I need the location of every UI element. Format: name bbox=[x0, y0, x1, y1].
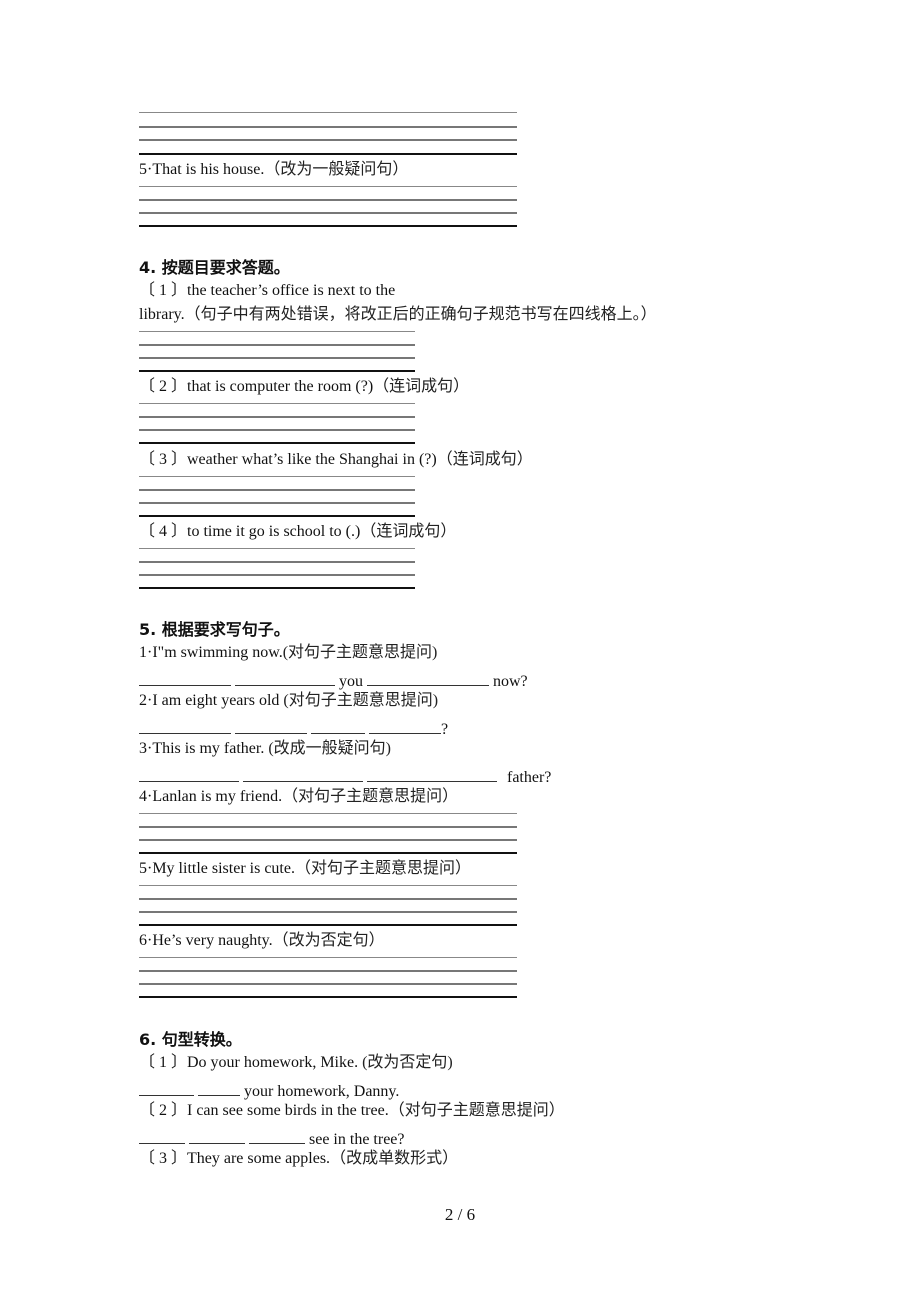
question-top-5: 5·That is his house.（改为一般疑问句） bbox=[139, 160, 408, 180]
question-text: 3·This is my father. bbox=[139, 740, 265, 757]
page-number: 2 / 6 bbox=[444, 1205, 476, 1224]
section-5-item-1-answer: you now? bbox=[139, 669, 528, 692]
section-6-title: 6. 句型转换。 bbox=[139, 1030, 242, 1049]
question-text: 〔 3 〕They are some apples. bbox=[139, 1150, 331, 1167]
question-instruction: （句子中有两处错误，将改正后的正确句子规范书写在四线格上。） bbox=[184, 306, 657, 323]
section-6-item-2: 〔 2 〕I can see some birds in the tree.（对… bbox=[139, 1101, 565, 1121]
question-instruction: （改为一般疑问句） bbox=[264, 161, 409, 178]
question-instruction: （对句子主题意思提问） bbox=[388, 1102, 565, 1119]
question-instruction: （改为否定句） bbox=[272, 932, 385, 949]
answer-word: you bbox=[339, 673, 363, 690]
question-text: library. bbox=[139, 306, 185, 323]
question-instruction: （对句子主题意思提问） bbox=[282, 788, 459, 805]
answer-blank[interactable] bbox=[198, 1079, 240, 1096]
answer-blank[interactable] bbox=[367, 669, 489, 686]
section-5-item-1: 1·I"m swimming now.(对句子主题意思提问) bbox=[139, 643, 437, 663]
question-instruction: (改为否定句) bbox=[358, 1054, 453, 1071]
question-text: 4·Lanlan is my friend. bbox=[139, 788, 283, 805]
answer-blank[interactable] bbox=[367, 765, 497, 782]
answer-blank[interactable] bbox=[139, 1079, 194, 1096]
section-4-title: 4. 按题目要求答题。 bbox=[139, 258, 290, 277]
answer-blank[interactable] bbox=[243, 765, 363, 782]
question-text: 〔 4 〕to time it go is school to (.) bbox=[139, 523, 361, 540]
section-6-item-3: 〔 3 〕They are some apples.（改成单数形式） bbox=[139, 1149, 458, 1169]
question-text: 6·He’s very naughty. bbox=[139, 932, 273, 949]
answer-blank[interactable] bbox=[139, 717, 231, 734]
answer-blank[interactable] bbox=[139, 669, 231, 686]
question-text: 〔 3 〕weather what’s like the Shanghai in… bbox=[139, 451, 437, 468]
section-5-title: 5. 根据要求写句子。 bbox=[139, 620, 290, 639]
answer-word: now? bbox=[493, 673, 528, 690]
answer-blank[interactable] bbox=[249, 1127, 305, 1144]
question-instruction: (对句子主题意思提问) bbox=[283, 692, 439, 709]
answer-blank[interactable] bbox=[235, 669, 335, 686]
question-text: 〔 1 〕Do your homework, Mike. bbox=[139, 1054, 359, 1071]
section-4-item-3: 〔 3 〕weather what’s like the Shanghai in… bbox=[139, 450, 533, 470]
answer-word: father? bbox=[507, 769, 552, 786]
section-6-item-1: 〔 1 〕Do your homework, Mike. (改为否定句) bbox=[139, 1053, 453, 1073]
section-5-item-2: 2·I am eight years old (对句子主题意思提问) bbox=[139, 691, 438, 711]
section-5-item-3-answer: father? bbox=[139, 765, 551, 788]
answer-blank[interactable] bbox=[139, 1127, 185, 1144]
question-text: 5·That is his house. bbox=[139, 161, 265, 178]
section-6-item-2-answer: see in the tree? bbox=[139, 1127, 405, 1150]
answer-blank[interactable] bbox=[235, 717, 307, 734]
answer-text: your homework, Danny. bbox=[244, 1083, 400, 1100]
section-5-item-2-answer: ? bbox=[139, 717, 448, 740]
question-text: 5·My little sister is cute. bbox=[139, 860, 295, 877]
section-5-item-6: 6·He’s very naughty.（改为否定句） bbox=[139, 931, 385, 951]
question-instruction: (改成一般疑问句) bbox=[264, 740, 391, 757]
section-5-item-5: 5·My little sister is cute.（对句子主题意思提问） bbox=[139, 859, 471, 879]
section-4-item-1: 〔 1 〕the teacher’s office is next to the bbox=[139, 281, 395, 301]
question-text: 〔 2 〕that is computer the room (?) bbox=[139, 378, 374, 395]
answer-word: ? bbox=[441, 721, 449, 738]
section-4-item-4: 〔 4 〕to time it go is school to (.)（连词成句… bbox=[139, 522, 456, 542]
answer-blank[interactable] bbox=[189, 1127, 245, 1144]
answer-blank[interactable] bbox=[311, 717, 365, 734]
section-5-item-4: 4·Lanlan is my friend.（对句子主题意思提问） bbox=[139, 787, 458, 807]
question-text: 2·I am eight years old bbox=[139, 692, 280, 709]
section-4-item-2: 〔 2 〕that is computer the room (?)（连词成句） bbox=[139, 377, 469, 397]
answer-blank[interactable] bbox=[139, 765, 239, 782]
question-instruction: （连词成句） bbox=[436, 451, 533, 468]
section-6-item-1-answer: your homework, Danny. bbox=[139, 1079, 399, 1102]
question-instruction: （改成单数形式） bbox=[330, 1150, 459, 1167]
question-text: 〔 1 〕the teacher’s office is next to the bbox=[139, 282, 396, 299]
question-instruction: （对句子主题意思提问） bbox=[294, 860, 471, 877]
section-4-item-1-cont: library.（句子中有两处错误，将改正后的正确句子规范书写在四线格上。） bbox=[139, 305, 657, 325]
question-text: 1·I"m swimming now. bbox=[139, 644, 283, 661]
question-instruction: （连词成句） bbox=[373, 378, 470, 395]
question-instruction: （连词成句） bbox=[360, 523, 457, 540]
question-text: 〔 2 〕I can see some birds in the tree. bbox=[139, 1102, 389, 1119]
question-instruction: (对句子主题意思提问) bbox=[282, 644, 438, 661]
answer-blank[interactable] bbox=[369, 717, 441, 734]
answer-text: see in the tree? bbox=[309, 1131, 405, 1148]
section-5-item-3: 3·This is my father. (改成一般疑问句) bbox=[139, 739, 391, 759]
